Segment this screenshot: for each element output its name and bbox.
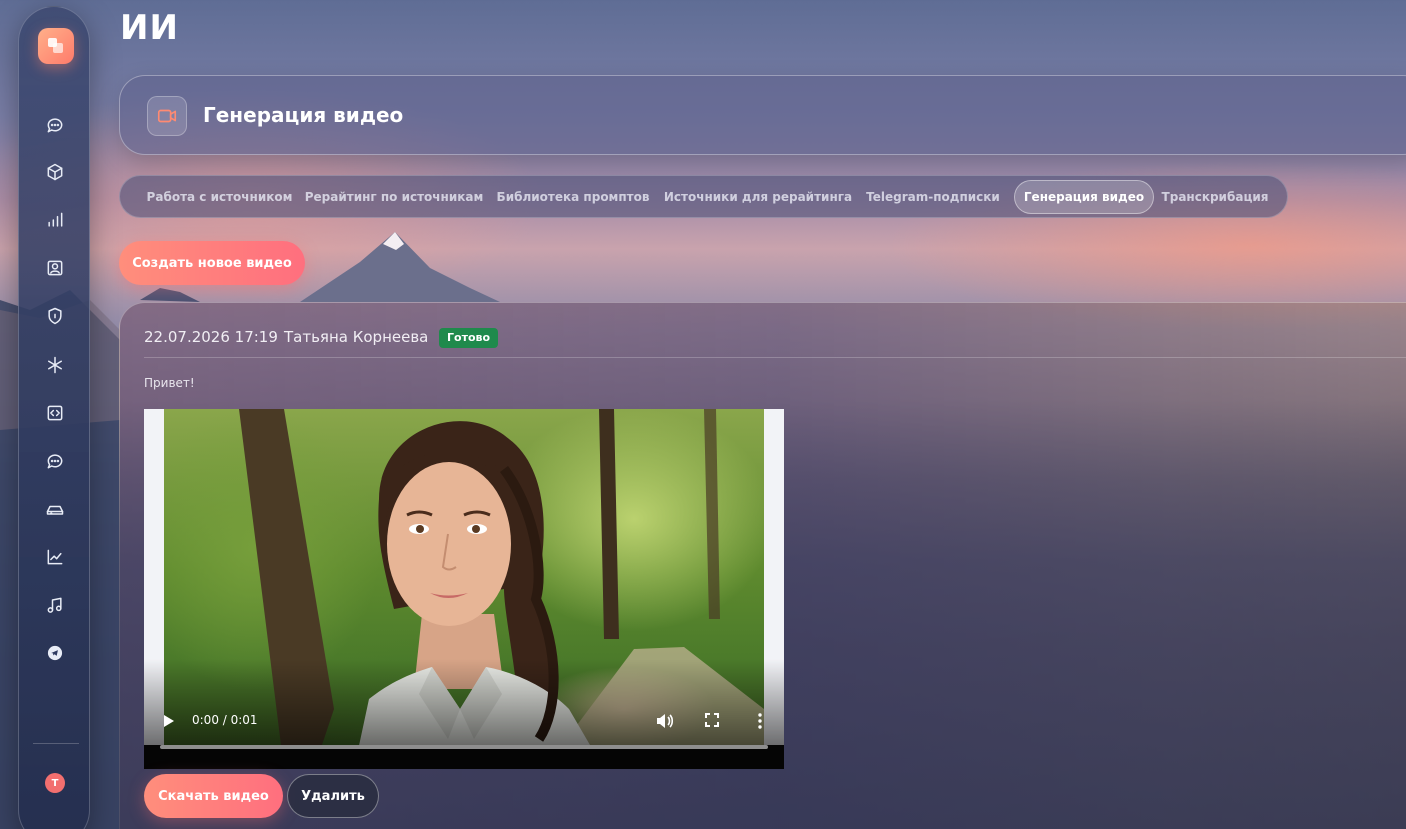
bar-chart-icon[interactable] bbox=[43, 208, 67, 232]
contact-card-icon[interactable] bbox=[43, 256, 67, 280]
chat-bubble-icon[interactable] bbox=[43, 449, 67, 473]
cube-icon[interactable] bbox=[43, 160, 67, 184]
section-header: Генерация видео bbox=[119, 75, 1406, 155]
tab-prompt-library[interactable]: Библиотека промптов bbox=[488, 180, 658, 214]
video-prompt: Привет! bbox=[144, 376, 195, 390]
sidebar-divider bbox=[33, 743, 79, 744]
fullscreen-icon[interactable] bbox=[704, 712, 720, 728]
page-title: ИИ bbox=[120, 8, 179, 48]
trend-chart-icon[interactable] bbox=[43, 545, 67, 569]
tab-transcription[interactable]: Транскрибация bbox=[1160, 180, 1270, 214]
more-options-icon[interactable] bbox=[754, 712, 766, 730]
play-icon[interactable] bbox=[162, 713, 176, 729]
tab-rewriting-sources[interactable]: Источники для рерайтинга bbox=[660, 180, 856, 214]
chat-bubble-icon[interactable] bbox=[43, 113, 67, 137]
card-divider bbox=[144, 357, 1406, 358]
asterisk-icon[interactable] bbox=[43, 353, 67, 377]
tab-source-work[interactable]: Работа с источником bbox=[132, 180, 307, 214]
download-video-button[interactable]: Скачать видео bbox=[144, 774, 283, 818]
music-note-icon[interactable] bbox=[43, 593, 67, 617]
app-logo-icon[interactable] bbox=[38, 28, 74, 64]
tab-bar: Работа с источником Рерайтинг по источни… bbox=[119, 175, 1288, 218]
video-date: 22.07.2026 17:19 bbox=[144, 328, 278, 346]
video-time: 0:00 / 0:01 bbox=[192, 713, 258, 727]
sidebar: Т bbox=[18, 6, 90, 829]
telegram-icon[interactable] bbox=[43, 641, 67, 665]
video-player[interactable]: 0:00 / 0:01 bbox=[144, 409, 784, 769]
section-title: Генерация видео bbox=[203, 103, 404, 127]
avatar[interactable]: Т bbox=[45, 773, 65, 793]
tab-telegram-subscriptions[interactable]: Telegram-подписки bbox=[862, 180, 1004, 214]
code-icon[interactable] bbox=[43, 401, 67, 425]
delete-video-button[interactable]: Удалить bbox=[287, 774, 379, 818]
tab-rewriting-by-sources[interactable]: Рерайтинг по источникам bbox=[300, 180, 488, 214]
volume-icon[interactable] bbox=[654, 711, 674, 731]
tab-video-generation[interactable]: Генерация видео bbox=[1014, 180, 1154, 214]
shield-icon[interactable] bbox=[43, 304, 67, 328]
create-video-button[interactable]: Создать новое видео bbox=[119, 241, 305, 285]
status-badge: Готово bbox=[439, 328, 499, 348]
video-author: Татьяна Корнеева bbox=[284, 328, 429, 346]
video-progress-bar[interactable] bbox=[160, 745, 768, 749]
video-camera-icon bbox=[147, 96, 187, 136]
drive-icon[interactable] bbox=[43, 497, 67, 521]
